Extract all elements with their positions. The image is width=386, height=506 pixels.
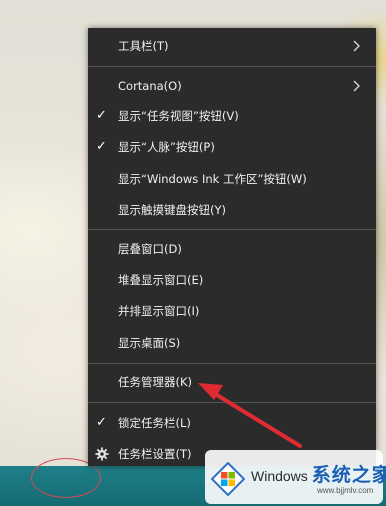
menu-item-show-windows-ink[interactable]: 显示“Windows Ink 工作区”按钮(W)	[88, 164, 376, 194]
windows-logo-icon	[211, 462, 245, 496]
check-icon: ✓	[96, 415, 107, 430]
menu-item-show-people[interactable]: ✓ 显示“人脉”按钮(P)	[88, 132, 376, 162]
menu-item-toolbars[interactable]: 工具栏(T)	[88, 31, 376, 61]
menu-item-label: 显示触摸键盘按钮(Y)	[118, 203, 226, 217]
menu-item-label: 显示桌面(S)	[118, 336, 181, 350]
menu-separator	[88, 363, 376, 364]
menu-item-label: 并排显示窗口(I)	[118, 304, 200, 318]
menu-item-label: 工具栏(T)	[118, 39, 169, 53]
menu-item-label: 层叠窗口(D)	[118, 242, 182, 256]
menu-separator	[88, 402, 376, 403]
menu-separator	[88, 66, 376, 67]
menu-item-label: 堆叠显示窗口(E)	[118, 273, 204, 287]
gear-icon	[95, 447, 109, 461]
chevron-right-icon	[353, 40, 360, 52]
check-icon: ✓	[96, 108, 107, 123]
menu-item-show-touch-keyboard[interactable]: 显示触摸键盘按钮(Y)	[88, 195, 376, 225]
watermark-brand-suffix: 系统之家	[311, 465, 386, 486]
menu-item-label: 显示“Windows Ink 工作区”按钮(W)	[118, 172, 307, 186]
menu-item-label: 显示“任务视图”按钮(V)	[118, 109, 239, 123]
menu-item-stack-windows[interactable]: 堆叠显示窗口(E)	[88, 265, 376, 295]
menu-item-label: 显示“人脉”按钮(P)	[118, 140, 215, 154]
menu-item-label: 锁定任务栏(L)	[118, 416, 191, 430]
menu-item-show-desktop[interactable]: 显示桌面(S)	[88, 328, 376, 358]
watermark-url: www.bjjmlv.com	[317, 486, 374, 495]
menu-separator	[88, 229, 376, 230]
menu-item-side-by-side-windows[interactable]: 并排显示窗口(I)	[88, 296, 376, 326]
watermark-title: Windows 系统之家	[251, 460, 386, 487]
chevron-right-icon	[353, 80, 360, 92]
menu-item-lock-taskbar[interactable]: ✓ 锁定任务栏(L)	[88, 408, 376, 438]
check-icon: ✓	[96, 139, 107, 154]
menu-item-label: 任务管理器(K)	[118, 375, 193, 389]
menu-item-label: Cortana(O)	[118, 79, 182, 93]
watermark: Windows 系统之家 www.bjjmlv.com	[205, 450, 386, 504]
menu-item-cortana[interactable]: Cortana(O)	[88, 71, 376, 101]
menu-item-show-task-view[interactable]: ✓ 显示“任务视图”按钮(V)	[88, 101, 376, 131]
menu-item-label: 任务栏设置(T)	[118, 447, 192, 461]
menu-item-cascade-windows[interactable]: 层叠窗口(D)	[88, 234, 376, 264]
taskbar-context-menu: 工具栏(T) Cortana(O) ✓ 显示“任务视图”按钮(V) ✓ 显示“人…	[88, 28, 376, 466]
watermark-brand: Windows	[251, 468, 308, 484]
menu-item-task-manager[interactable]: 任务管理器(K)	[88, 367, 376, 397]
